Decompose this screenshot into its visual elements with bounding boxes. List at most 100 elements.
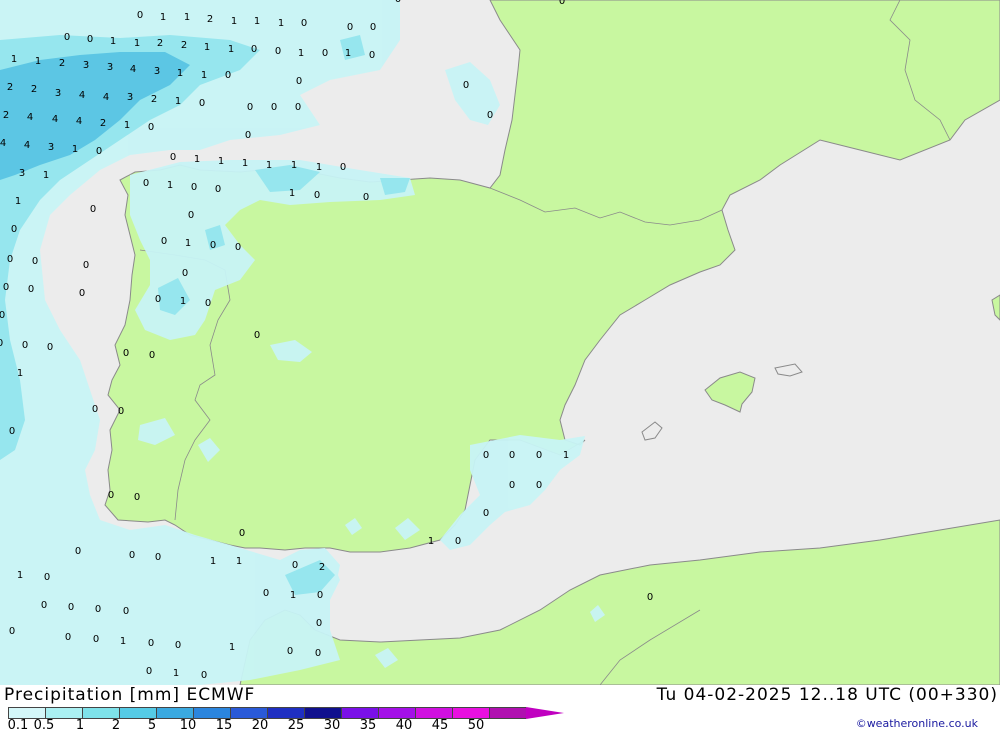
precip-value: 1 bbox=[278, 18, 284, 29]
precip-value: 0 bbox=[41, 600, 47, 611]
precip-value: 3 bbox=[48, 142, 54, 153]
legend-label: 10 bbox=[179, 718, 197, 733]
precip-value: 0 bbox=[292, 560, 298, 571]
precip-value: 0 bbox=[11, 224, 17, 235]
precip-value: 1 bbox=[17, 570, 23, 581]
precip-value: 4 bbox=[27, 112, 33, 123]
precip-value: 4 bbox=[76, 116, 82, 127]
legend-panel: Precipitation [mm] ECMWF Tu 04-02-2025 1… bbox=[0, 685, 1000, 733]
precip-value: 1 bbox=[15, 196, 21, 207]
precip-value: 0 bbox=[322, 48, 328, 59]
precip-value: 2 bbox=[157, 38, 163, 49]
legend-label: 20 bbox=[251, 718, 269, 733]
precip-value: 1 bbox=[134, 38, 140, 49]
precip-value: 0 bbox=[317, 590, 323, 601]
precip-value: 0 bbox=[483, 508, 489, 519]
precip-value: 1 bbox=[563, 450, 569, 461]
legend-label: 15 bbox=[215, 718, 233, 733]
precip-value: 0 bbox=[182, 268, 188, 279]
precip-value: 0 bbox=[75, 546, 81, 557]
precip-value: 0 bbox=[205, 298, 211, 309]
precip-value: 0 bbox=[247, 102, 253, 113]
precip-value: 1 bbox=[11, 54, 17, 65]
precip-value: 0 bbox=[647, 592, 653, 603]
precip-value: 0 bbox=[215, 184, 221, 195]
precip-value: 1 bbox=[228, 44, 234, 55]
precip-value: 1 bbox=[290, 590, 296, 601]
precip-value: 1 bbox=[185, 238, 191, 249]
precip-value: 1 bbox=[204, 42, 210, 53]
precip-value: 3 bbox=[154, 66, 160, 77]
precip-value: 2 bbox=[7, 82, 13, 93]
precip-value: 0 bbox=[287, 646, 293, 657]
precip-value: 0 bbox=[487, 110, 493, 121]
precip-value: 0 bbox=[369, 50, 375, 61]
precip-value: 0 bbox=[395, 0, 401, 5]
map-title: Precipitation [mm] ECMWF bbox=[4, 685, 256, 705]
precip-value: 0 bbox=[315, 648, 321, 659]
precip-value: 0 bbox=[149, 350, 155, 361]
precip-value: 2 bbox=[100, 118, 106, 129]
color-scale-labels: 0.1 0.5 1 2 5 10 15 20 25 30 35 40 45 50 bbox=[0, 718, 520, 734]
precip-value: 1 bbox=[175, 96, 181, 107]
precip-value: 4 bbox=[52, 114, 58, 125]
precip-value: 0 bbox=[108, 490, 114, 501]
precip-value: 0 bbox=[239, 528, 245, 539]
precip-value: 0 bbox=[47, 342, 53, 353]
precip-value: 1 bbox=[201, 70, 207, 81]
precip-value: 4 bbox=[79, 90, 85, 101]
legend-swatch bbox=[489, 707, 526, 719]
precip-value: 0 bbox=[225, 70, 231, 81]
precip-value: 0 bbox=[96, 146, 102, 157]
precip-value: 0 bbox=[65, 632, 71, 643]
legend-label: 5 bbox=[147, 718, 157, 733]
precip-value: 1 bbox=[254, 16, 260, 27]
precip-value: 0 bbox=[3, 282, 9, 293]
precip-value: 1 bbox=[428, 536, 434, 547]
forecast-timestamp: Tu 04-02-2025 12..18 UTC (00+330) bbox=[656, 685, 998, 705]
precip-value: 0 bbox=[275, 46, 281, 57]
precip-value: 1 bbox=[345, 48, 351, 59]
precip-value: 1 bbox=[194, 154, 200, 165]
precip-value: 0 bbox=[129, 550, 135, 561]
legend-label: 40 bbox=[395, 718, 413, 733]
precip-value: 0 bbox=[148, 638, 154, 649]
legend-label: 0.1 bbox=[7, 718, 29, 733]
precip-value: 0 bbox=[254, 330, 260, 341]
precip-value: 0 bbox=[340, 162, 346, 173]
precip-value: 2 bbox=[207, 14, 213, 25]
precip-value: 0 bbox=[9, 626, 15, 637]
precip-value: 1 bbox=[167, 180, 173, 191]
precip-value: 4 bbox=[103, 92, 109, 103]
credit-link[interactable]: ©weatheronline.co.uk bbox=[856, 717, 978, 730]
precip-value: 0 bbox=[263, 588, 269, 599]
precip-value: 1 bbox=[120, 636, 126, 647]
precip-value: 3 bbox=[55, 88, 61, 99]
precip-value: 0 bbox=[347, 22, 353, 33]
precip-value: 0 bbox=[251, 44, 257, 55]
precip-value: 0 bbox=[295, 102, 301, 113]
precip-value: 4 bbox=[24, 140, 30, 151]
precip-value: 1 bbox=[242, 158, 248, 169]
precip-value: 0 bbox=[155, 294, 161, 305]
precip-value: 0 bbox=[296, 76, 302, 87]
precip-value: 1 bbox=[316, 162, 322, 173]
precip-value: 1 bbox=[289, 188, 295, 199]
precip-value: 1 bbox=[173, 668, 179, 679]
precip-value: 0 bbox=[363, 192, 369, 203]
precip-value: 0 bbox=[148, 122, 154, 133]
precip-value: 1 bbox=[180, 296, 186, 307]
precip-value: 0 bbox=[370, 22, 376, 33]
precip-value: 2 bbox=[31, 84, 37, 95]
precip-value: 1 bbox=[298, 48, 304, 59]
precip-value: 0 bbox=[201, 670, 207, 681]
precip-value: 1 bbox=[236, 556, 242, 567]
precip-value: 0 bbox=[7, 254, 13, 265]
precip-value: 0 bbox=[83, 260, 89, 271]
precip-value: 1 bbox=[291, 160, 297, 171]
precip-value: 0 bbox=[123, 348, 129, 359]
legend-label: 0.5 bbox=[33, 718, 55, 733]
precip-value: 1 bbox=[177, 68, 183, 79]
precip-value: 0 bbox=[123, 606, 129, 617]
precip-value: 2 bbox=[3, 110, 9, 121]
